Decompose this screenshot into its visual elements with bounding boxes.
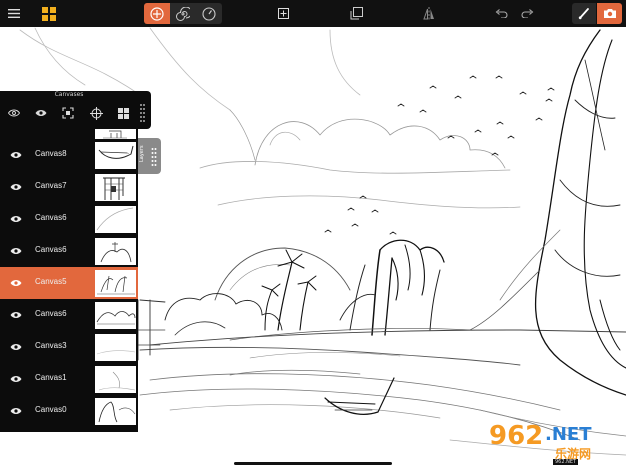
layer-name: Canvas7 — [35, 181, 67, 190]
visibility-eye-icon[interactable] — [9, 405, 23, 417]
focus-frame-icon[interactable] — [59, 104, 77, 122]
visibility-eye-icon[interactable] — [9, 373, 23, 385]
panel-title: Canvases — [54, 91, 84, 98]
layer-row[interactable]: Canvas8 — [0, 139, 138, 171]
undo-icon[interactable] — [492, 3, 510, 24]
move-icon[interactable] — [144, 3, 170, 24]
home-indicator[interactable] — [234, 462, 392, 465]
copy-icon[interactable] — [346, 3, 366, 24]
redo-icon[interactable] — [518, 3, 536, 24]
layer-row[interactable]: Canvas7 — [0, 171, 138, 203]
gauge-icon[interactable] — [196, 3, 222, 24]
drag-handle-icon[interactable] — [136, 104, 148, 122]
visibility-eye-icon[interactable] — [9, 181, 23, 193]
layer-thumbnail — [95, 174, 136, 201]
spiral-icon[interactable] — [170, 3, 196, 24]
layer-row-selected[interactable]: Canvas5 — [0, 267, 138, 299]
layers-tab-label: Layers — [139, 145, 145, 162]
camera-icon[interactable] — [597, 3, 622, 24]
visibility-eye-icon[interactable] — [9, 309, 23, 321]
visibility-eye-icon[interactable] — [9, 341, 23, 353]
top-toolbar — [0, 0, 626, 27]
layer-name: Canvas1 — [35, 373, 67, 382]
layer-row[interactable]: Canvas6 — [0, 203, 138, 235]
layer-thumbnail — [95, 129, 136, 139]
drawing-app: Canvases Canvas8 Canvas7 Canvas6 Canvas6… — [0, 0, 626, 469]
visibility-eye-icon[interactable] — [9, 277, 23, 289]
canvases-panel: Canvases Canvas8 Canvas7 Canvas6 Canvas6… — [0, 91, 161, 432]
panel-header: Canvases — [0, 91, 151, 129]
visibility-eye-icon[interactable] — [9, 149, 23, 161]
layer-thumbnail — [95, 366, 136, 393]
layer-row[interactable]: Canvas6 — [0, 235, 138, 267]
crosshair-icon[interactable] — [87, 104, 105, 122]
layer-thumbnail — [95, 334, 136, 361]
layer-name: Canvas0 — [35, 405, 67, 414]
layer-name: Canvas3 — [35, 341, 67, 350]
layer-thumbnail — [95, 206, 136, 233]
layer-thumbnail — [95, 302, 136, 329]
layer-name: Canvas6 — [35, 309, 67, 318]
layer-row[interactable]: Canvas6 — [0, 299, 138, 331]
flip-icon[interactable] — [420, 3, 438, 24]
layer-thumbnail — [95, 238, 136, 265]
layer-list: Canvas8 Canvas7 Canvas6 Canvas6 Canvas5 … — [0, 129, 138, 432]
watermark-sub: 962.NET — [553, 459, 579, 465]
watermark-number: 962 — [489, 421, 544, 451]
layer-name: Canvas6 — [35, 213, 67, 222]
watermark-domain: .NET — [545, 424, 592, 445]
watermark: 962 .NET 乐游网 962.NET — [485, 419, 625, 467]
visibility-eye-icon[interactable] — [9, 245, 23, 257]
eye-outline-icon[interactable] — [5, 104, 23, 122]
layer-thumbnail — [95, 270, 136, 297]
layer-name: Canvas6 — [35, 245, 67, 254]
tiles-icon[interactable] — [114, 104, 132, 122]
add-square-icon[interactable] — [274, 3, 292, 24]
layers-tab[interactable]: Layers — [138, 138, 161, 174]
layer-name: Canvas5 — [35, 277, 67, 286]
grid-icon[interactable] — [40, 3, 58, 24]
layer-row[interactable]: Canvas3 — [0, 331, 138, 363]
layer-thumbnail — [95, 398, 136, 425]
hamburger-icon[interactable] — [6, 3, 22, 24]
layer-thumbnail — [95, 142, 136, 169]
brush-icon[interactable] — [572, 3, 596, 24]
layer-name: Canvas8 — [35, 149, 67, 158]
layer-row[interactable]: Canvas1 — [0, 363, 138, 395]
layer-row[interactable]: Canvas0 — [0, 395, 138, 427]
drag-handle-icon — [151, 148, 157, 166]
visibility-eye-icon[interactable] — [9, 213, 23, 225]
eye-icon[interactable] — [32, 104, 50, 122]
